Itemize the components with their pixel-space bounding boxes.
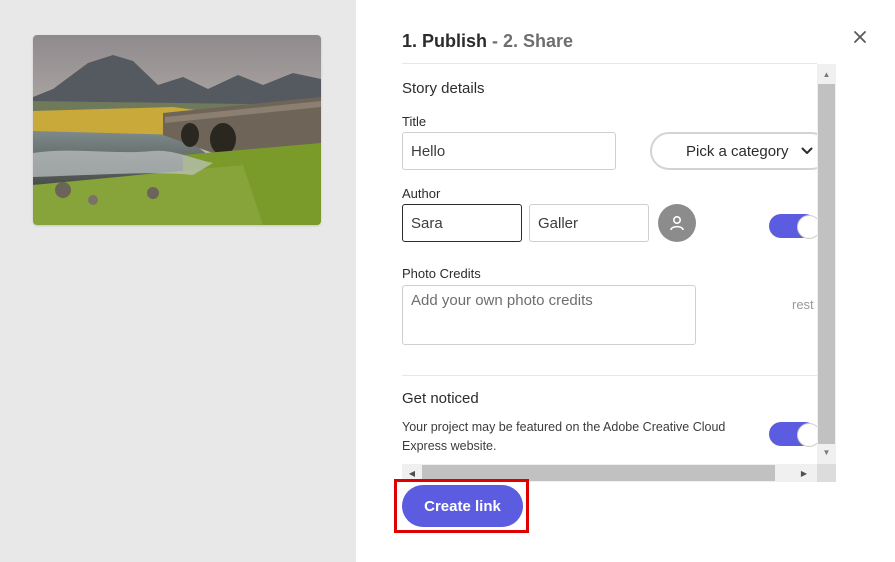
publish-form-scroll-area[interactable]: Story details Title Pick a category Auth…	[402, 64, 817, 464]
photo-credits-label: Photo Credits	[402, 266, 481, 281]
author-label: Author	[402, 186, 441, 201]
title-input[interactable]	[402, 132, 616, 170]
scroll-down-arrow-icon[interactable]: ▼	[817, 444, 836, 460]
author-last-name-input[interactable]	[529, 204, 649, 242]
create-link-button[interactable]: Create link	[402, 485, 523, 527]
title-label: Title	[402, 114, 427, 129]
heading-step-share[interactable]: 2. Share	[503, 31, 573, 51]
toggle-knob	[797, 215, 817, 239]
category-label: Pick a category	[686, 142, 789, 160]
heading-step-publish: 1. Publish	[402, 31, 488, 51]
truncated-side-text: rest	[792, 297, 814, 312]
pick-category-dropdown[interactable]: Pick a category	[650, 132, 817, 170]
user-icon	[670, 215, 684, 231]
story-thumbnail-image	[33, 35, 321, 225]
get-noticed-toggle[interactable]	[769, 422, 817, 447]
author-visibility-toggle[interactable]	[769, 214, 817, 239]
get-noticed-description: Your project may be featured on the Adob…	[402, 420, 726, 453]
scrollbar-corner	[817, 464, 836, 482]
close-button[interactable]	[850, 27, 870, 47]
scroll-up-arrow-icon[interactable]: ▲	[817, 66, 836, 82]
section-divider	[402, 375, 817, 376]
close-icon	[854, 31, 866, 43]
toggle-knob	[797, 423, 817, 447]
vertical-scroll-thumb[interactable]	[818, 84, 835, 444]
preview-pane	[0, 0, 356, 562]
heading-separator: -	[487, 31, 504, 51]
story-details-heading: Story details	[402, 80, 485, 97]
author-first-name-input[interactable]	[402, 204, 522, 242]
photo-credits-textarea[interactable]	[402, 285, 696, 345]
chevron-down-icon	[801, 147, 813, 155]
vertical-scrollbar[interactable]: ▲ ▼	[817, 64, 836, 464]
scroll-right-arrow-icon[interactable]: ▶	[796, 464, 812, 482]
author-avatar-button[interactable]	[658, 204, 696, 242]
get-noticed-heading: Get noticed	[402, 390, 479, 407]
dialog-heading: 1. Publish - 2. Share	[402, 31, 573, 52]
